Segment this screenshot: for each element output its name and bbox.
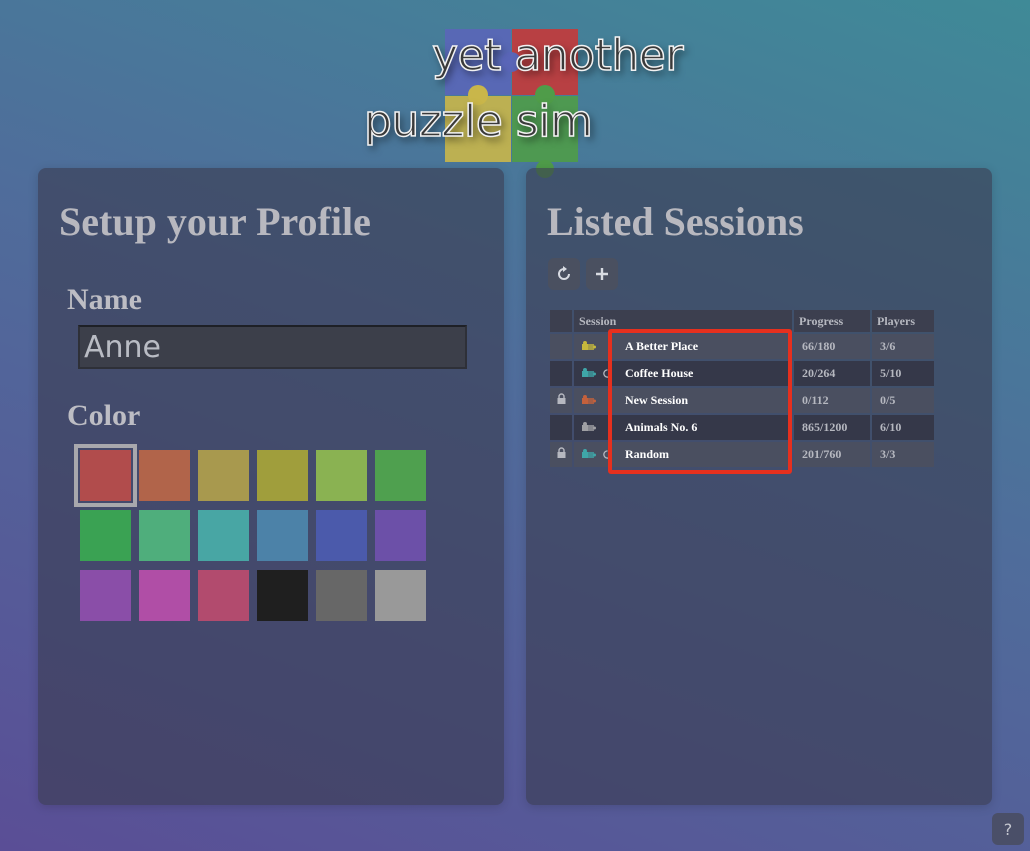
color-swatch[interactable] bbox=[375, 570, 426, 621]
table-row[interactable]: Coffee House 20/264 5/10 bbox=[550, 361, 934, 386]
players-cell: 0/5 bbox=[872, 388, 934, 413]
puzzle-piece-icon bbox=[582, 394, 596, 404]
progress-column-header: Progress bbox=[794, 310, 870, 332]
sessions-panel: Listed Sessions Session Progress Players… bbox=[526, 168, 992, 805]
add-session-button[interactable] bbox=[586, 258, 618, 290]
puzzle-piece-icon bbox=[582, 448, 596, 458]
sessions-table: Session Progress Players A Better Place 6… bbox=[548, 308, 936, 469]
name-label: Name bbox=[67, 283, 142, 316]
progress-cell: 0/112 bbox=[794, 388, 870, 413]
table-row[interactable]: New Session 0/112 0/5 bbox=[550, 388, 934, 413]
lock-cell bbox=[550, 388, 572, 413]
session-cell[interactable]: New Session bbox=[574, 388, 792, 413]
session-name[interactable]: New Session bbox=[625, 393, 688, 408]
logo-text-line1: yet another bbox=[431, 29, 684, 82]
color-swatch[interactable] bbox=[316, 510, 367, 561]
refresh-icon bbox=[603, 450, 612, 459]
help-button[interactable]: ? bbox=[992, 813, 1024, 845]
color-swatch[interactable] bbox=[74, 444, 137, 507]
table-row[interactable]: A Better Place 66/180 3/6 bbox=[550, 334, 934, 359]
session-cell[interactable]: Animals No. 6 bbox=[574, 415, 792, 440]
session-cell[interactable]: Random bbox=[574, 442, 792, 467]
session-column-header: Session bbox=[574, 310, 792, 332]
color-swatch[interactable] bbox=[375, 510, 426, 561]
session-name[interactable]: Coffee House bbox=[625, 366, 693, 381]
lock-cell bbox=[550, 442, 572, 467]
session-name[interactable]: A Better Place bbox=[625, 339, 698, 354]
players-cell: 6/10 bbox=[872, 415, 934, 440]
plus-icon bbox=[596, 268, 608, 280]
color-swatch[interactable] bbox=[257, 510, 308, 561]
color-swatch[interactable] bbox=[139, 510, 190, 561]
color-label: Color bbox=[67, 399, 141, 432]
lock-cell bbox=[550, 334, 572, 359]
profile-panel: Setup your Profile Name Color bbox=[38, 168, 504, 805]
players-column-header: Players bbox=[872, 310, 934, 332]
name-input[interactable] bbox=[78, 325, 467, 369]
color-swatch[interactable] bbox=[80, 510, 131, 561]
players-cell: 5/10 bbox=[872, 361, 934, 386]
puzzle-piece-icon bbox=[582, 421, 596, 431]
refresh-icon bbox=[603, 369, 612, 378]
session-cell[interactable]: Coffee House bbox=[574, 361, 792, 386]
color-swatch[interactable] bbox=[139, 450, 190, 501]
progress-cell: 20/264 bbox=[794, 361, 870, 386]
sessions-title: Listed Sessions bbox=[547, 199, 804, 244]
puzzle-piece-icon bbox=[582, 367, 596, 377]
color-swatch[interactable] bbox=[80, 570, 131, 621]
logo-text-line2: puzzle sim bbox=[363, 95, 593, 148]
color-palette bbox=[74, 444, 426, 621]
session-name[interactable]: Random bbox=[625, 447, 669, 462]
profile-title: Setup your Profile bbox=[59, 199, 371, 244]
players-cell: 3/6 bbox=[872, 334, 934, 359]
color-swatch[interactable] bbox=[198, 510, 249, 561]
lock-icon bbox=[557, 393, 565, 404]
puzzle-piece-icon bbox=[582, 340, 596, 350]
table-header-row: Session Progress Players bbox=[550, 310, 934, 332]
progress-cell: 201/760 bbox=[794, 442, 870, 467]
progress-cell: 865/1200 bbox=[794, 415, 870, 440]
lock-column-header bbox=[550, 310, 572, 332]
color-swatch[interactable] bbox=[139, 570, 190, 621]
color-swatch[interactable] bbox=[316, 450, 367, 501]
lock-cell bbox=[550, 361, 572, 386]
color-swatch[interactable] bbox=[375, 450, 426, 501]
table-row[interactable]: Animals No. 6 865/1200 6/10 bbox=[550, 415, 934, 440]
refresh-icon bbox=[558, 266, 570, 280]
app-logo: yet another puzzle sim bbox=[360, 26, 700, 178]
lock-icon bbox=[557, 447, 565, 458]
session-cell[interactable]: A Better Place bbox=[574, 334, 792, 359]
refresh-button[interactable] bbox=[548, 258, 580, 290]
players-cell: 3/3 bbox=[872, 442, 934, 467]
session-name[interactable]: Animals No. 6 bbox=[625, 420, 697, 435]
color-swatch[interactable] bbox=[198, 450, 249, 501]
lock-cell bbox=[550, 415, 572, 440]
color-swatch[interactable] bbox=[316, 570, 367, 621]
table-row[interactable]: Random 201/760 3/3 bbox=[550, 442, 934, 467]
progress-cell: 66/180 bbox=[794, 334, 870, 359]
color-swatch[interactable] bbox=[257, 450, 308, 501]
color-swatch[interactable] bbox=[198, 570, 249, 621]
color-swatch[interactable] bbox=[257, 570, 308, 621]
